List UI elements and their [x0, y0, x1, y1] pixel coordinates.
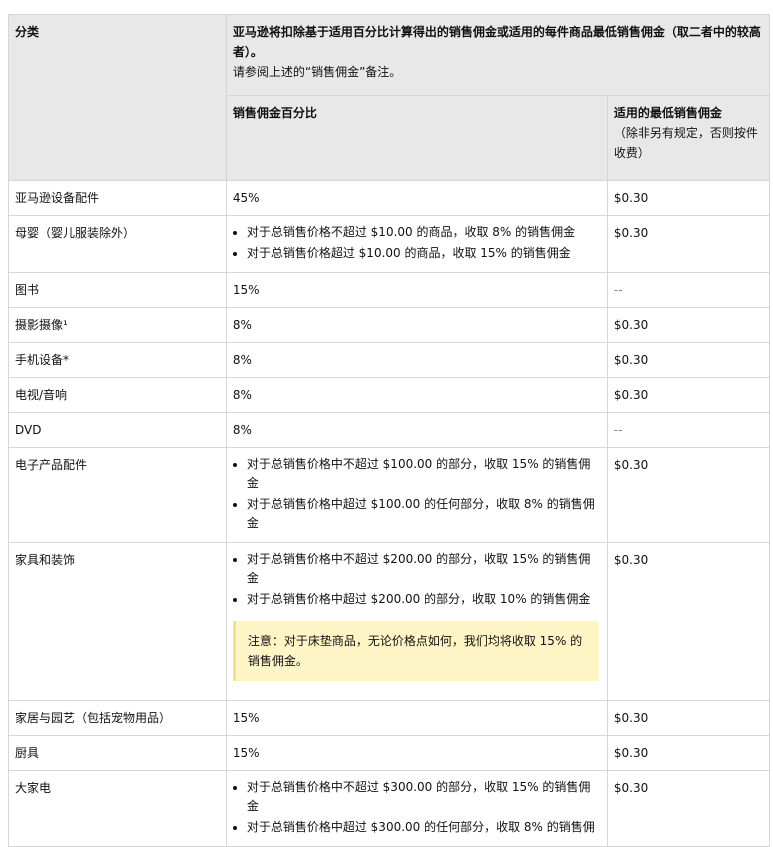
commission-list: 对于总销售价格中不超过 $200.00 的部分，收取 15% 的销售佣金对于总销…	[233, 550, 601, 609]
min-fee-cell: $0.30	[606, 542, 771, 701]
commission-list: 对于总销售价格不超过 $10.00 的商品，收取 8% 的销售佣金对于总销售价格…	[233, 223, 601, 263]
min-fee-cell: $0.30	[606, 735, 771, 771]
min-fee-cell: $0.30	[606, 307, 771, 343]
min-fee-cell: $0.30	[606, 342, 771, 378]
commission-list: 对于总销售价格中不超过 $100.00 的部分，收取 15% 的销售佣金对于总销…	[233, 455, 601, 533]
commission-list-item: 对于总销售价格中超过 $300.00 的任何部分，收取 8% 的销售佣	[247, 818, 601, 837]
commission-list-item: 对于总销售价格中超过 $200.00 的部分，收取 10% 的销售佣金	[247, 590, 601, 609]
table-body: 亚马逊设备配件45%$0.30母婴（婴儿服装除外）对于总销售价格不超过 $10.…	[8, 180, 771, 847]
table-row: 手机设备* 8% $0.30	[8, 342, 771, 378]
min-fee-cell: --	[606, 412, 771, 448]
min-fee-cell: $0.30	[606, 770, 771, 847]
table-row: 母婴（婴儿服装除外）对于总销售价格不超过 $10.00 的商品，收取 8% 的销…	[8, 215, 771, 273]
category-cell: 手机设备*	[8, 342, 227, 378]
category-cell: 图书	[8, 272, 227, 308]
table-row: 电视/音响 8% $0.30	[8, 377, 771, 413]
table-row: 摄影摄像¹ 8% $0.30	[8, 307, 771, 343]
table-row: 家居与园艺（包括宠物用品） 15% $0.30	[8, 700, 771, 736]
category-cell: 电视/音响	[8, 377, 227, 413]
percent-cell: 15%	[225, 735, 608, 771]
commission-list-item: 对于总销售价格中不超过 $300.00 的部分，收取 15% 的销售佣金	[247, 778, 601, 816]
percent-cell: 对于总销售价格中不超过 $300.00 的部分，收取 15% 的销售佣金对于总销…	[225, 770, 608, 847]
percent-cell: 对于总销售价格中不超过 $200.00 的部分，收取 15% 的销售佣金对于总销…	[225, 542, 608, 701]
category-cell: 大家电	[8, 770, 227, 847]
commission-list-item: 对于总销售价格中超过 $100.00 的任何部分，收取 8% 的销售佣金	[247, 495, 601, 533]
category-cell: 亚马逊设备配件	[8, 180, 227, 216]
category-cell: 母婴（婴儿服装除外）	[8, 215, 227, 273]
category-cell: 家具和装饰	[8, 542, 227, 701]
header-main-text: 亚马逊将扣除基于适用百分比计算得出的销售佣金或适用的每件商品最低销售佣金（取二者…	[232, 25, 761, 59]
commission-list-item: 对于总销售价格超过 $10.00 的商品，收取 15% 的销售佣金	[247, 244, 601, 263]
min-fee-cell: --	[606, 272, 771, 308]
header-main-note: 请参阅上述的“销售佣金”备注。	[232, 65, 402, 79]
commission-list-item: 对于总销售价格中不超过 $200.00 的部分，收取 15% 的销售佣金	[247, 550, 601, 588]
percent-cell: 8%	[225, 307, 608, 343]
table-row: DVD 8% --	[8, 412, 771, 448]
commission-list-item: 对于总销售价格不超过 $10.00 的商品，收取 8% 的销售佣金	[247, 223, 601, 242]
header-main: 亚马逊将扣除基于适用百分比计算得出的销售佣金或适用的每件商品最低销售佣金（取二者…	[225, 14, 771, 96]
header-percent: 销售佣金百分比	[225, 95, 608, 181]
percent-cell: 8%	[225, 412, 608, 448]
percent-cell: 对于总销售价格不超过 $10.00 的商品，收取 8% 的销售佣金对于总销售价格…	[225, 215, 608, 273]
min-fee-cell: $0.30	[606, 700, 771, 736]
table-row: 大家电对于总销售价格中不超过 $300.00 的部分，收取 15% 的销售佣金对…	[8, 770, 771, 847]
table-row: 厨具 15% $0.30	[8, 735, 771, 771]
header-min-note: （除非另有规定，否则按件收费）	[613, 126, 758, 160]
percent-cell: 8%	[225, 377, 608, 413]
header-min-title: 适用的最低销售佣金	[613, 106, 722, 120]
commission-table: 分类 亚马逊将扣除基于适用百分比计算得出的销售佣金或适用的每件商品最低销售佣金（…	[8, 14, 771, 847]
percent-cell: 45%	[225, 180, 608, 216]
min-fee-cell: $0.30	[606, 180, 771, 216]
table-row: 图书 15% --	[8, 272, 771, 308]
percent-cell: 对于总销售价格中不超过 $100.00 的部分，收取 15% 的销售佣金对于总销…	[225, 447, 608, 543]
min-fee-cell: $0.30	[606, 447, 771, 543]
percent-cell: 15%	[225, 272, 608, 308]
category-cell: 电子产品配件	[8, 447, 227, 543]
table-row: 家具和装饰对于总销售价格中不超过 $200.00 的部分，收取 15% 的销售佣…	[8, 542, 771, 701]
min-fee-cell: $0.30	[606, 377, 771, 413]
category-cell: 厨具	[8, 735, 227, 771]
min-fee-cell: $0.30	[606, 215, 771, 273]
percent-cell: 15%	[225, 700, 608, 736]
table-row: 电子产品配件对于总销售价格中不超过 $100.00 的部分，收取 15% 的销售…	[8, 447, 771, 543]
commission-list: 对于总销售价格中不超过 $300.00 的部分，收取 15% 的销售佣金对于总销…	[233, 778, 601, 837]
note-box: 注意：对于床垫商品，无论价格点如何，我们均将收取 15% 的销售佣金。	[232, 621, 599, 681]
header-min: 适用的最低销售佣金 （除非另有规定，否则按件收费）	[606, 95, 771, 181]
table-row: 亚马逊设备配件 45% $0.30	[8, 180, 771, 216]
category-cell: 家居与园艺（包括宠物用品）	[8, 700, 227, 736]
header-category: 分类	[8, 14, 227, 181]
category-cell: 摄影摄像¹	[8, 307, 227, 343]
commission-list-item: 对于总销售价格中不超过 $100.00 的部分，收取 15% 的销售佣金	[247, 455, 601, 493]
percent-cell: 8%	[225, 342, 608, 378]
category-cell: DVD	[8, 412, 227, 448]
